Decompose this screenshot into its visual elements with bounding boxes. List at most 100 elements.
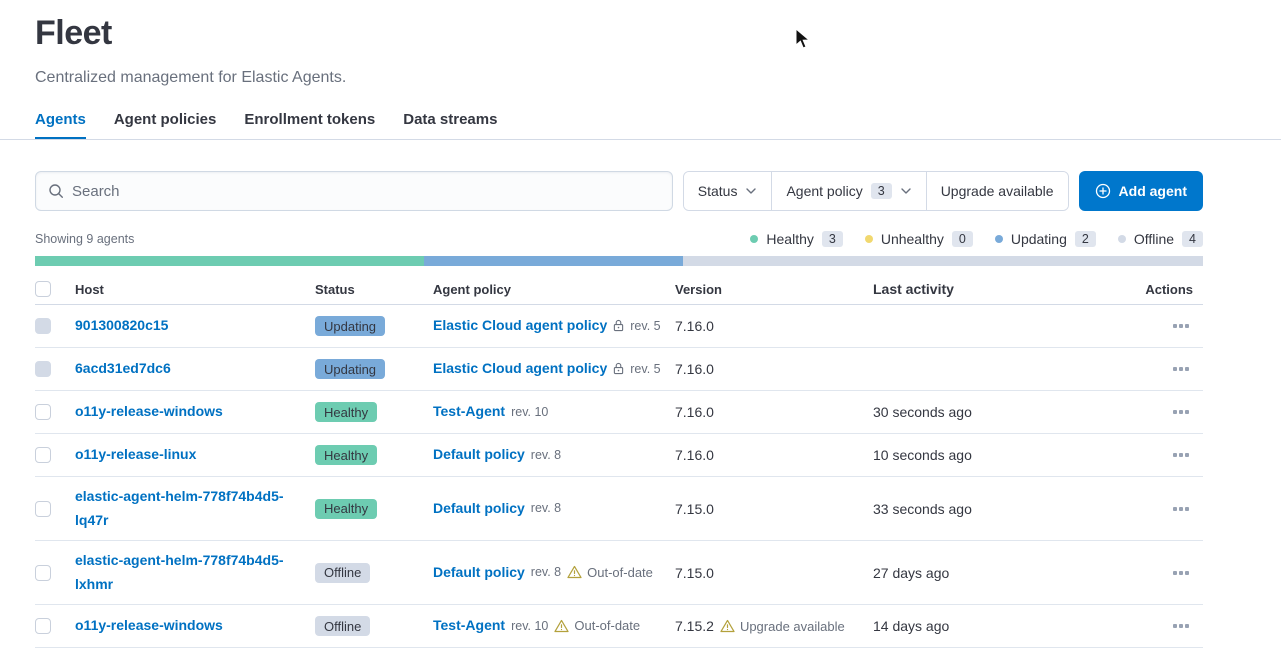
- policy-revision: rev. 5: [630, 319, 660, 333]
- column-header-status: Status: [315, 282, 433, 297]
- host-link[interactable]: 901300820c15: [75, 317, 168, 333]
- agent-policy-link[interactable]: Default policy: [433, 561, 525, 585]
- agent-version: 7.15.2: [675, 618, 714, 634]
- status-legend: Healthy 3 Unhealthy 0 Updating 2 Offline…: [750, 231, 1203, 247]
- agent-health-bar: [35, 256, 1203, 266]
- agent-policy-filter-button[interactable]: Agent policy 3: [771, 172, 925, 210]
- legend-label: Unhealthy: [881, 231, 944, 247]
- row-actions-button[interactable]: [1169, 449, 1193, 461]
- agent-policy-filter-label: Agent policy: [786, 183, 862, 199]
- page-subtitle: Centralized management for Elastic Agent…: [35, 69, 1203, 87]
- summary-row: Showing 9 agents Healthy 3 Unhealthy 0 U…: [35, 231, 1203, 247]
- status-badge: Updating: [315, 316, 385, 336]
- host-link[interactable]: elastic-agent-helm-778f74b4d5-lxhmr: [75, 552, 284, 592]
- agent-version: 7.16.0: [675, 318, 714, 334]
- status-filter-button[interactable]: Status: [684, 172, 772, 210]
- row-checkbox[interactable]: [35, 565, 51, 581]
- row-actions-button[interactable]: [1169, 567, 1193, 579]
- agent-policy-link[interactable]: Default policy: [433, 497, 525, 521]
- offline-dot-icon: [1118, 235, 1126, 243]
- table-header-row: Host Status Agent policy Version Last ac…: [35, 274, 1203, 305]
- select-all-checkbox[interactable]: [35, 281, 51, 297]
- add-agent-label: Add agent: [1119, 183, 1187, 199]
- plus-in-circle-icon: [1095, 183, 1111, 199]
- warning-icon: [554, 619, 569, 633]
- add-agent-button[interactable]: Add agent: [1079, 171, 1203, 211]
- host-link[interactable]: o11y-release-windows: [75, 403, 223, 419]
- legend-item-offline: Offline 4: [1118, 231, 1203, 247]
- status-badge: Updating: [315, 359, 385, 379]
- showing-agents-count: Showing 9 agents: [35, 232, 134, 246]
- agent-policy-filter-count: 3: [871, 183, 892, 199]
- agent-policy-link[interactable]: Test-Agent: [433, 614, 505, 638]
- last-activity: 27 days ago: [873, 565, 1140, 581]
- tab-data-streams[interactable]: Data streams: [403, 111, 497, 139]
- search-input[interactable]: [72, 183, 660, 200]
- host-link[interactable]: o11y-release-linux: [75, 446, 196, 462]
- last-activity: 14 days ago: [873, 618, 1140, 634]
- tab-enrollment-tokens[interactable]: Enrollment tokens: [244, 111, 375, 139]
- upgrade-available-filter-button[interactable]: Upgrade available: [926, 172, 1068, 210]
- legend-label: Healthy: [766, 231, 813, 247]
- upgrade-available-note: Upgrade available: [720, 619, 845, 634]
- row-actions-button[interactable]: [1169, 620, 1193, 632]
- unhealthy-dot-icon: [865, 235, 873, 243]
- agent-version: 7.16.0: [675, 404, 714, 420]
- row-checkbox[interactable]: [35, 618, 51, 634]
- chevron-down-icon: [900, 185, 912, 197]
- legend-count-badge: 0: [952, 231, 973, 247]
- column-header-version: Version: [675, 282, 873, 297]
- legend-item-updating: Updating 2: [995, 231, 1096, 247]
- policy-revision: rev. 10: [511, 619, 548, 633]
- out-of-date-note: Out-of-date: [554, 618, 640, 633]
- row-checkbox[interactable]: [35, 361, 51, 377]
- policy-revision: rev. 10: [511, 405, 548, 419]
- last-activity: 30 seconds ago: [873, 404, 1140, 420]
- column-header-agent-policy: Agent policy: [433, 282, 675, 297]
- lock-icon: [613, 319, 624, 332]
- chevron-down-icon: [745, 185, 757, 197]
- tab-bar: Agents Agent policies Enrollment tokens …: [0, 111, 1281, 140]
- host-link[interactable]: o11y-release-windows: [75, 617, 223, 633]
- tab-agents[interactable]: Agents: [35, 111, 86, 139]
- legend-label: Updating: [1011, 231, 1067, 247]
- lock-icon: [613, 362, 624, 375]
- agent-version: 7.15.0: [675, 501, 714, 517]
- host-link[interactable]: elastic-agent-helm-778f74b4d5-lq47r: [75, 488, 284, 528]
- legend-label: Offline: [1134, 231, 1174, 247]
- row-checkbox[interactable]: [35, 318, 51, 334]
- agent-version: 7.16.0: [675, 361, 714, 377]
- legend-count-badge: 2: [1075, 231, 1096, 247]
- agent-policy-link[interactable]: Default policy: [433, 443, 525, 467]
- healthy-dot-icon: [750, 235, 758, 243]
- status-badge: Offline: [315, 563, 370, 583]
- upgrade-available-filter-label: Upgrade available: [941, 183, 1054, 199]
- status-badge: Offline: [315, 616, 370, 636]
- search-box[interactable]: [35, 171, 673, 211]
- last-activity: 33 seconds ago: [873, 501, 1140, 517]
- legend-count-badge: 4: [1182, 231, 1203, 247]
- agent-policy-link[interactable]: Elastic Cloud agent policy: [433, 357, 607, 381]
- filter-group: Status Agent policy 3 Upgrade available: [683, 171, 1069, 211]
- host-link[interactable]: 6acd31ed7dc6: [75, 360, 171, 376]
- legend-item-healthy: Healthy 3: [750, 231, 842, 247]
- row-checkbox[interactable]: [35, 447, 51, 463]
- tab-agent-policies[interactable]: Agent policies: [114, 111, 217, 139]
- warning-icon: [720, 619, 735, 633]
- page-title: Fleet: [35, 14, 1203, 53]
- table-row: 6acd31ed7dc6 Updating Elastic Cloud agen…: [35, 348, 1203, 391]
- row-actions-button[interactable]: [1169, 363, 1193, 375]
- row-actions-button[interactable]: [1169, 320, 1193, 332]
- row-checkbox[interactable]: [35, 501, 51, 517]
- toolbar: Status Agent policy 3 Upgrade available …: [35, 171, 1203, 211]
- agent-policy-link[interactable]: Elastic Cloud agent policy: [433, 314, 607, 338]
- agent-policy-link[interactable]: Test-Agent: [433, 400, 505, 424]
- column-header-actions: Actions: [1140, 282, 1203, 297]
- row-actions-button[interactable]: [1169, 406, 1193, 418]
- agents-table: Host Status Agent policy Version Last ac…: [35, 274, 1203, 648]
- row-checkbox[interactable]: [35, 404, 51, 420]
- search-icon: [48, 183, 64, 199]
- row-actions-button[interactable]: [1169, 503, 1193, 515]
- legend-count-badge: 3: [822, 231, 843, 247]
- policy-revision: rev. 5: [630, 362, 660, 376]
